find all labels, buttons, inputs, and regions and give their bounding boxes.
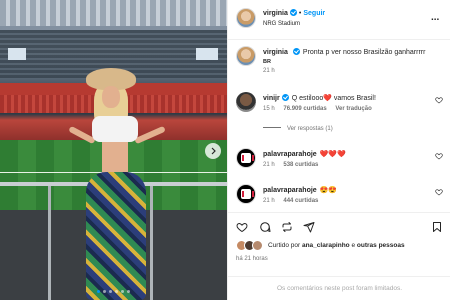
translate-link[interactable]: Ver tradução bbox=[335, 106, 371, 112]
comment-time: 21 h bbox=[263, 162, 275, 168]
post-location[interactable]: NRG Stadium bbox=[263, 21, 300, 27]
carousel-dot bbox=[127, 290, 130, 293]
liked-by-others[interactable]: outras pessoas bbox=[357, 242, 405, 249]
separator: • bbox=[298, 10, 302, 17]
stadium-roof bbox=[0, 0, 227, 26]
more-options-icon[interactable]: ... bbox=[431, 12, 439, 23]
repost-icon[interactable] bbox=[281, 221, 293, 233]
heart-icon[interactable] bbox=[435, 188, 443, 196]
comment-icon[interactable] bbox=[259, 221, 271, 233]
face bbox=[102, 86, 120, 108]
liked-by-prefix: Curtido por bbox=[268, 242, 301, 249]
post-side-panel: virginia • Seguir NRG Stadium ... virginia… bbox=[227, 0, 450, 300]
person-figure bbox=[68, 68, 166, 300]
bible-logo-icon bbox=[240, 152, 254, 164]
sequin-skirt bbox=[86, 172, 146, 300]
verified-icon bbox=[289, 9, 297, 16]
comment-likes[interactable]: 444 curtidas bbox=[283, 198, 318, 204]
liked-by-text: Curtido por ana_clarapinho e outras pess… bbox=[268, 242, 405, 249]
caption-sub: BR bbox=[263, 59, 271, 65]
comment-meta: 15 h 76.909 curtidas Ver tradução bbox=[263, 106, 379, 112]
comment-likes[interactable]: 76.909 curtidas bbox=[283, 106, 326, 112]
comment-likes[interactable]: 538 curtidas bbox=[283, 162, 318, 168]
post-time[interactable]: há 21 horas bbox=[236, 256, 268, 262]
comment-item: vinijr Q estilooo❤️ vamos Brasil! 15 h 76… bbox=[236, 92, 446, 140]
post-header: virginia • Seguir NRG Stadium ... bbox=[228, 0, 450, 40]
verified-icon bbox=[292, 48, 300, 55]
action-bar bbox=[228, 212, 450, 240]
comments-limited-notice: Os comentários neste post foram limitado… bbox=[228, 276, 450, 300]
caption-time: 21 h bbox=[263, 68, 275, 74]
comment-text: Q estilooo❤️ vamos Brasil! bbox=[291, 95, 376, 102]
author-avatar[interactable] bbox=[236, 8, 256, 28]
comment-item: palavraparahoje 😍😍 21 h 444 curtidas bbox=[236, 184, 446, 214]
commenter-avatar[interactable] bbox=[236, 184, 256, 204]
stadium-screen bbox=[196, 48, 218, 60]
railing-post bbox=[48, 186, 51, 300]
commenter-avatar[interactable] bbox=[236, 148, 256, 168]
caption-text: Pronta p ver nosso Brasilzão ganharrrrr bbox=[302, 49, 426, 56]
share-icon[interactable] bbox=[303, 221, 315, 233]
author-line: virginia • Seguir bbox=[263, 9, 325, 17]
heart-icon[interactable] bbox=[435, 152, 443, 160]
carousel-dot bbox=[121, 290, 124, 293]
comment-meta: 21 h 444 curtidas bbox=[263, 198, 325, 204]
author-username[interactable]: virginia bbox=[263, 10, 288, 17]
verified-icon bbox=[281, 94, 289, 101]
caption-username[interactable]: virginia bbox=[263, 49, 288, 56]
liked-by-user[interactable]: ana_clarapinho bbox=[302, 242, 350, 249]
waist bbox=[102, 142, 128, 176]
commenter-avatar[interactable] bbox=[236, 92, 256, 112]
caption-text-line: virginia Pronta p ver nosso Brasilzão gan… bbox=[263, 48, 446, 57]
carousel-dot bbox=[109, 290, 112, 293]
comment-text-line: palavraparahoje ❤️❤️❤️ bbox=[263, 150, 428, 159]
comment-meta: 21 h 538 curtidas bbox=[263, 162, 325, 168]
replies-label: Ver respostas (1) bbox=[287, 126, 333, 132]
follow-button[interactable]: Seguir bbox=[303, 10, 325, 17]
liked-by-suffix: e bbox=[351, 242, 356, 249]
carousel-dot bbox=[115, 290, 118, 293]
heart-icon[interactable] bbox=[236, 221, 248, 233]
stadium-screen bbox=[8, 48, 26, 60]
caption-meta: 21 h bbox=[263, 68, 446, 74]
comment-text: 😍😍 bbox=[319, 187, 338, 194]
comment-text-line: palavraparahoje 😍😍 bbox=[263, 186, 428, 195]
comment-item: palavraparahoje ❤️❤️❤️ 21 h 538 curtidas bbox=[236, 148, 446, 178]
comment-text: ❤️❤️❤️ bbox=[319, 151, 346, 158]
chevron-right-icon bbox=[211, 147, 216, 155]
author-avatar[interactable] bbox=[236, 46, 256, 66]
carousel-dot bbox=[97, 290, 100, 293]
liked-by: Curtido por ana_clarapinho e outras pess… bbox=[236, 240, 446, 254]
post-photo[interactable] bbox=[0, 0, 227, 300]
replies-line bbox=[263, 127, 281, 128]
comment-text-line: vinijr Q estilooo❤️ vamos Brasil! bbox=[263, 94, 428, 103]
white-top bbox=[92, 116, 138, 142]
comment-time: 15 h bbox=[263, 106, 275, 112]
comment-username[interactable]: vinijr bbox=[263, 95, 280, 102]
view-replies-button[interactable]: Ver respostas (1) bbox=[263, 126, 333, 132]
liker-avatars bbox=[236, 240, 264, 252]
carousel-dot bbox=[103, 290, 106, 293]
liker-avatar[interactable] bbox=[252, 240, 263, 251]
bible-logo-icon bbox=[240, 188, 254, 200]
bookmark-icon[interactable] bbox=[431, 221, 443, 233]
heart-icon[interactable] bbox=[435, 96, 443, 104]
comment-username[interactable]: palavraparahoje bbox=[263, 187, 317, 194]
comment-time: 21 h bbox=[263, 198, 275, 204]
carousel-next-button[interactable] bbox=[205, 143, 221, 159]
comment-username[interactable]: palavraparahoje bbox=[263, 151, 317, 158]
carousel-dots bbox=[0, 290, 227, 293]
